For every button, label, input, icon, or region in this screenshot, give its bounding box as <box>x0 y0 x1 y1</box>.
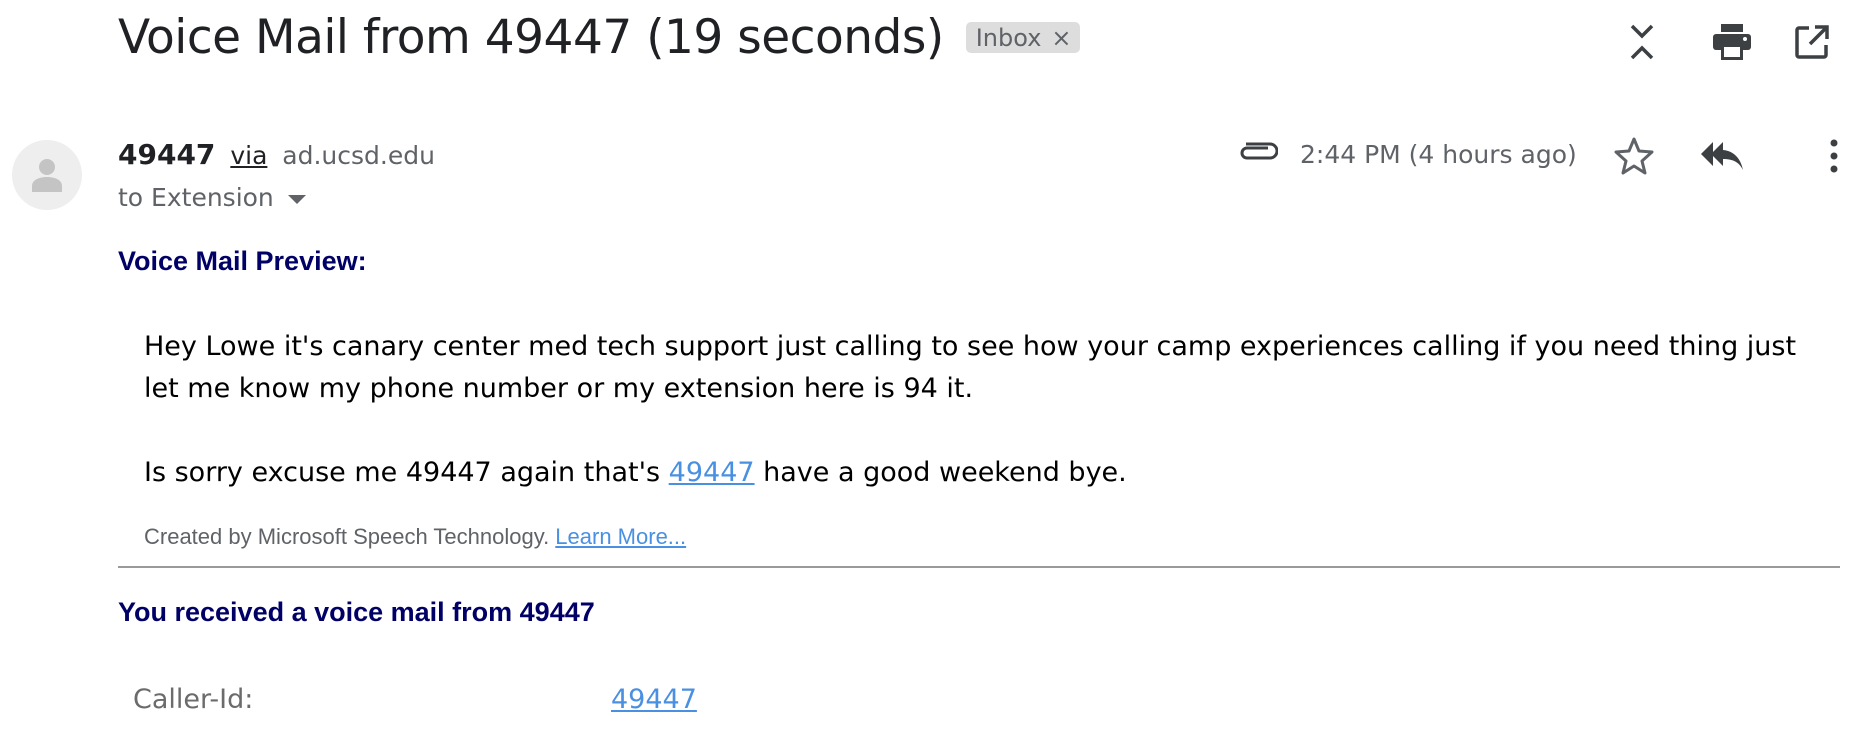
star-icon[interactable] <box>1610 132 1658 180</box>
recipient-text: to Extension <box>118 183 274 212</box>
caller-id-label: Caller-Id: <box>133 684 254 715</box>
thread-actions <box>1618 18 1858 68</box>
person-icon <box>32 159 62 192</box>
message-timestamp: 2:44 PM (4 hours ago) <box>1300 140 1577 169</box>
more-vertical-icon[interactable] <box>1810 132 1858 180</box>
caller-id-row: Caller-Id: 49447 <box>133 684 833 724</box>
recipient-details-toggle[interactable]: to Extension <box>118 183 306 212</box>
open-in-new-window-icon[interactable] <box>1788 18 1836 66</box>
speech-technology-credit: Created by Microsoft Speech Technology. … <box>144 524 686 550</box>
label-chip-text: Inbox <box>975 23 1042 52</box>
remove-label-button[interactable]: × <box>1051 26 1071 50</box>
reply-all-icon[interactable] <box>1698 132 1746 180</box>
transcript-text: have a good weekend bye. <box>754 457 1127 488</box>
print-icon[interactable] <box>1708 18 1756 66</box>
avatar[interactable] <box>12 140 82 210</box>
voice-mail-preview-heading: Voice Mail Preview: <box>118 246 367 276</box>
expand-collapse-icon[interactable] <box>1618 18 1666 66</box>
voicemail-transcript: Hey Lowe it's canary center med tech sup… <box>144 326 1824 494</box>
inbox-label-chip[interactable]: Inbox × <box>965 22 1080 53</box>
sender-name[interactable]: 49447 <box>118 138 215 171</box>
sender-line: 49447 via ad.ucsd.edu <box>118 138 435 171</box>
chevron-down-icon[interactable] <box>287 194 306 204</box>
subject-row: Voice Mail from 49447 (19 seconds) Inbox… <box>118 10 1080 65</box>
sender-domain: ad.ucsd.edu <box>282 141 435 170</box>
email-subject: Voice Mail from 49447 (19 seconds) <box>118 10 944 65</box>
phone-number-link[interactable]: 49447 <box>669 457 755 488</box>
received-voicemail-heading: You received a voice mail from 49447 <box>118 597 595 627</box>
transcript-paragraph: Hey Lowe it's canary center med tech sup… <box>144 331 1797 404</box>
credit-text: Created by Microsoft Speech Technology. <box>144 524 556 549</box>
caller-id-link[interactable]: 49447 <box>611 684 697 715</box>
message-meta: 2:44 PM (4 hours ago) <box>1238 128 1858 184</box>
paperclip-icon <box>1238 142 1279 169</box>
transcript-text: Is sorry excuse me 49447 again that's <box>144 457 669 488</box>
transcript-paragraph: Is sorry excuse me 49447 again that's 49… <box>144 452 1824 494</box>
divider <box>118 566 1840 568</box>
learn-more-link[interactable]: Learn More... <box>555 524 686 549</box>
via-link[interactable]: via <box>230 141 267 170</box>
